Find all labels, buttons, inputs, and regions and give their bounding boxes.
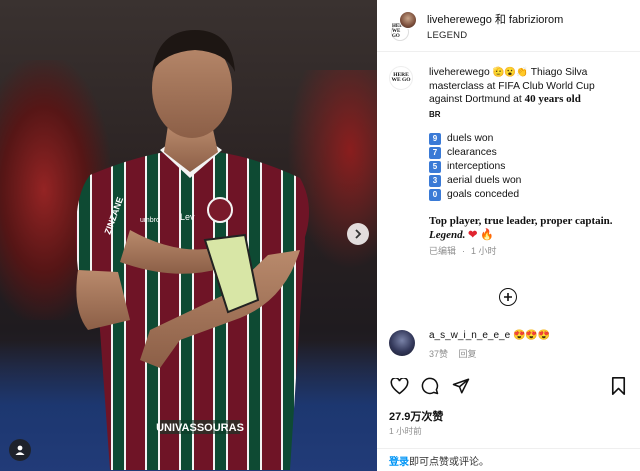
stat-label: duels won bbox=[447, 133, 494, 145]
tag-user-icon[interactable] bbox=[9, 439, 31, 461]
caption-closing: Top player, true leader, proper captain.… bbox=[429, 215, 613, 241]
login-link[interactable]: 登录 bbox=[389, 453, 409, 468]
caption-username[interactable]: liveherewego bbox=[429, 67, 490, 78]
post-side-panel: HERE WE GO liveherewego 和 fabriziorom LE… bbox=[377, 0, 640, 471]
stats-list: 9 duels won 7 clearances 5 interceptions… bbox=[429, 132, 619, 202]
instagram-post: UNIVASSOURAS ZINZANE umbro Lev HERE WE G… bbox=[0, 0, 640, 471]
avatar-pair[interactable]: HERE WE GO bbox=[389, 10, 417, 41]
header-usernames[interactable]: liveherewego 和 fabriziorom bbox=[427, 11, 563, 27]
login-prompt: 即可点赞或评论。 bbox=[409, 456, 489, 468]
comment-likes[interactable]: 37赞 bbox=[429, 349, 448, 359]
comment-emojis: 😍😍😍 bbox=[512, 330, 551, 341]
login-bar: 登录 即可点赞或评论。 bbox=[377, 448, 640, 471]
post-header: HERE WE GO liveherewego 和 fabriziorom LE… bbox=[377, 0, 640, 52]
action-bar bbox=[389, 376, 628, 396]
svg-text:umbro: umbro bbox=[140, 217, 160, 224]
stat-row: 9 duels won bbox=[429, 132, 619, 146]
player-photo: UNIVASSOURAS ZINZANE umbro Lev bbox=[75, 30, 309, 470]
edited-label: 已编辑 bbox=[429, 246, 457, 256]
comment-avatar[interactable] bbox=[389, 330, 415, 356]
heart-emoji: ❤ bbox=[468, 229, 478, 241]
audio-label[interactable]: LEGEND bbox=[427, 30, 563, 41]
post-timestamp[interactable]: 1 小时前 bbox=[389, 425, 422, 437]
stat-row: 5 interceptions bbox=[429, 160, 619, 174]
stat-number: 0 bbox=[429, 189, 441, 201]
stat-number: 3 bbox=[429, 175, 441, 187]
comment-icon[interactable] bbox=[420, 376, 440, 396]
caption-age: 40 years old bbox=[524, 93, 581, 105]
post-image[interactable]: UNIVASSOURAS ZINZANE umbro Lev bbox=[0, 0, 377, 471]
caption-emojis: 🫡😮👏 bbox=[492, 67, 529, 78]
comment-meta: 37赞 回复 bbox=[429, 347, 550, 360]
svg-text:UNIVASSOURAS: UNIVASSOURAS bbox=[156, 422, 244, 434]
next-arrow-icon[interactable] bbox=[347, 223, 369, 245]
reply-button[interactable]: 回复 bbox=[459, 349, 477, 359]
add-circle-icon[interactable] bbox=[499, 288, 517, 306]
caption-meta: 已编辑 · 1 小时 bbox=[429, 245, 619, 259]
stat-label: interceptions bbox=[447, 161, 506, 173]
stat-row: 0 goals conceded bbox=[429, 188, 619, 202]
heart-icon[interactable] bbox=[389, 376, 409, 396]
stat-number: 9 bbox=[429, 133, 441, 145]
bookmark-icon[interactable] bbox=[608, 376, 628, 396]
like-count[interactable]: 27.9万次赞 bbox=[389, 408, 443, 424]
share-icon[interactable] bbox=[451, 376, 471, 396]
stat-row: 3 aerial duels won bbox=[429, 174, 619, 188]
caption-avatar[interactable]: HERE WE GO bbox=[389, 66, 413, 90]
stat-label: clearances bbox=[447, 147, 497, 159]
comment-username[interactable]: a_s_w_i_n_e_e_e bbox=[429, 330, 510, 341]
meta-dot: · bbox=[462, 246, 466, 256]
caption: HERE WE GO liveherewego 🫡😮👏 Thiago Silva… bbox=[377, 52, 640, 259]
stat-row: 7 clearances bbox=[429, 146, 619, 160]
edited-time[interactable]: 1 小时 bbox=[471, 246, 497, 256]
comment-text: a_s_w_i_n_e_e_e 😍😍😍 bbox=[429, 330, 550, 341]
svg-text:Lev: Lev bbox=[180, 212, 195, 222]
country-code: BR bbox=[429, 109, 441, 119]
stat-label: goals conceded bbox=[447, 189, 520, 201]
avatar-fabriziorom[interactable] bbox=[399, 10, 417, 29]
comment-item: a_s_w_i_n_e_e_e 😍😍😍 37赞 回复 bbox=[389, 330, 550, 360]
fire-emoji: 🔥 bbox=[480, 229, 494, 241]
stat-number: 5 bbox=[429, 161, 441, 173]
stat-number: 7 bbox=[429, 147, 441, 159]
stat-label: aerial duels won bbox=[447, 175, 522, 187]
